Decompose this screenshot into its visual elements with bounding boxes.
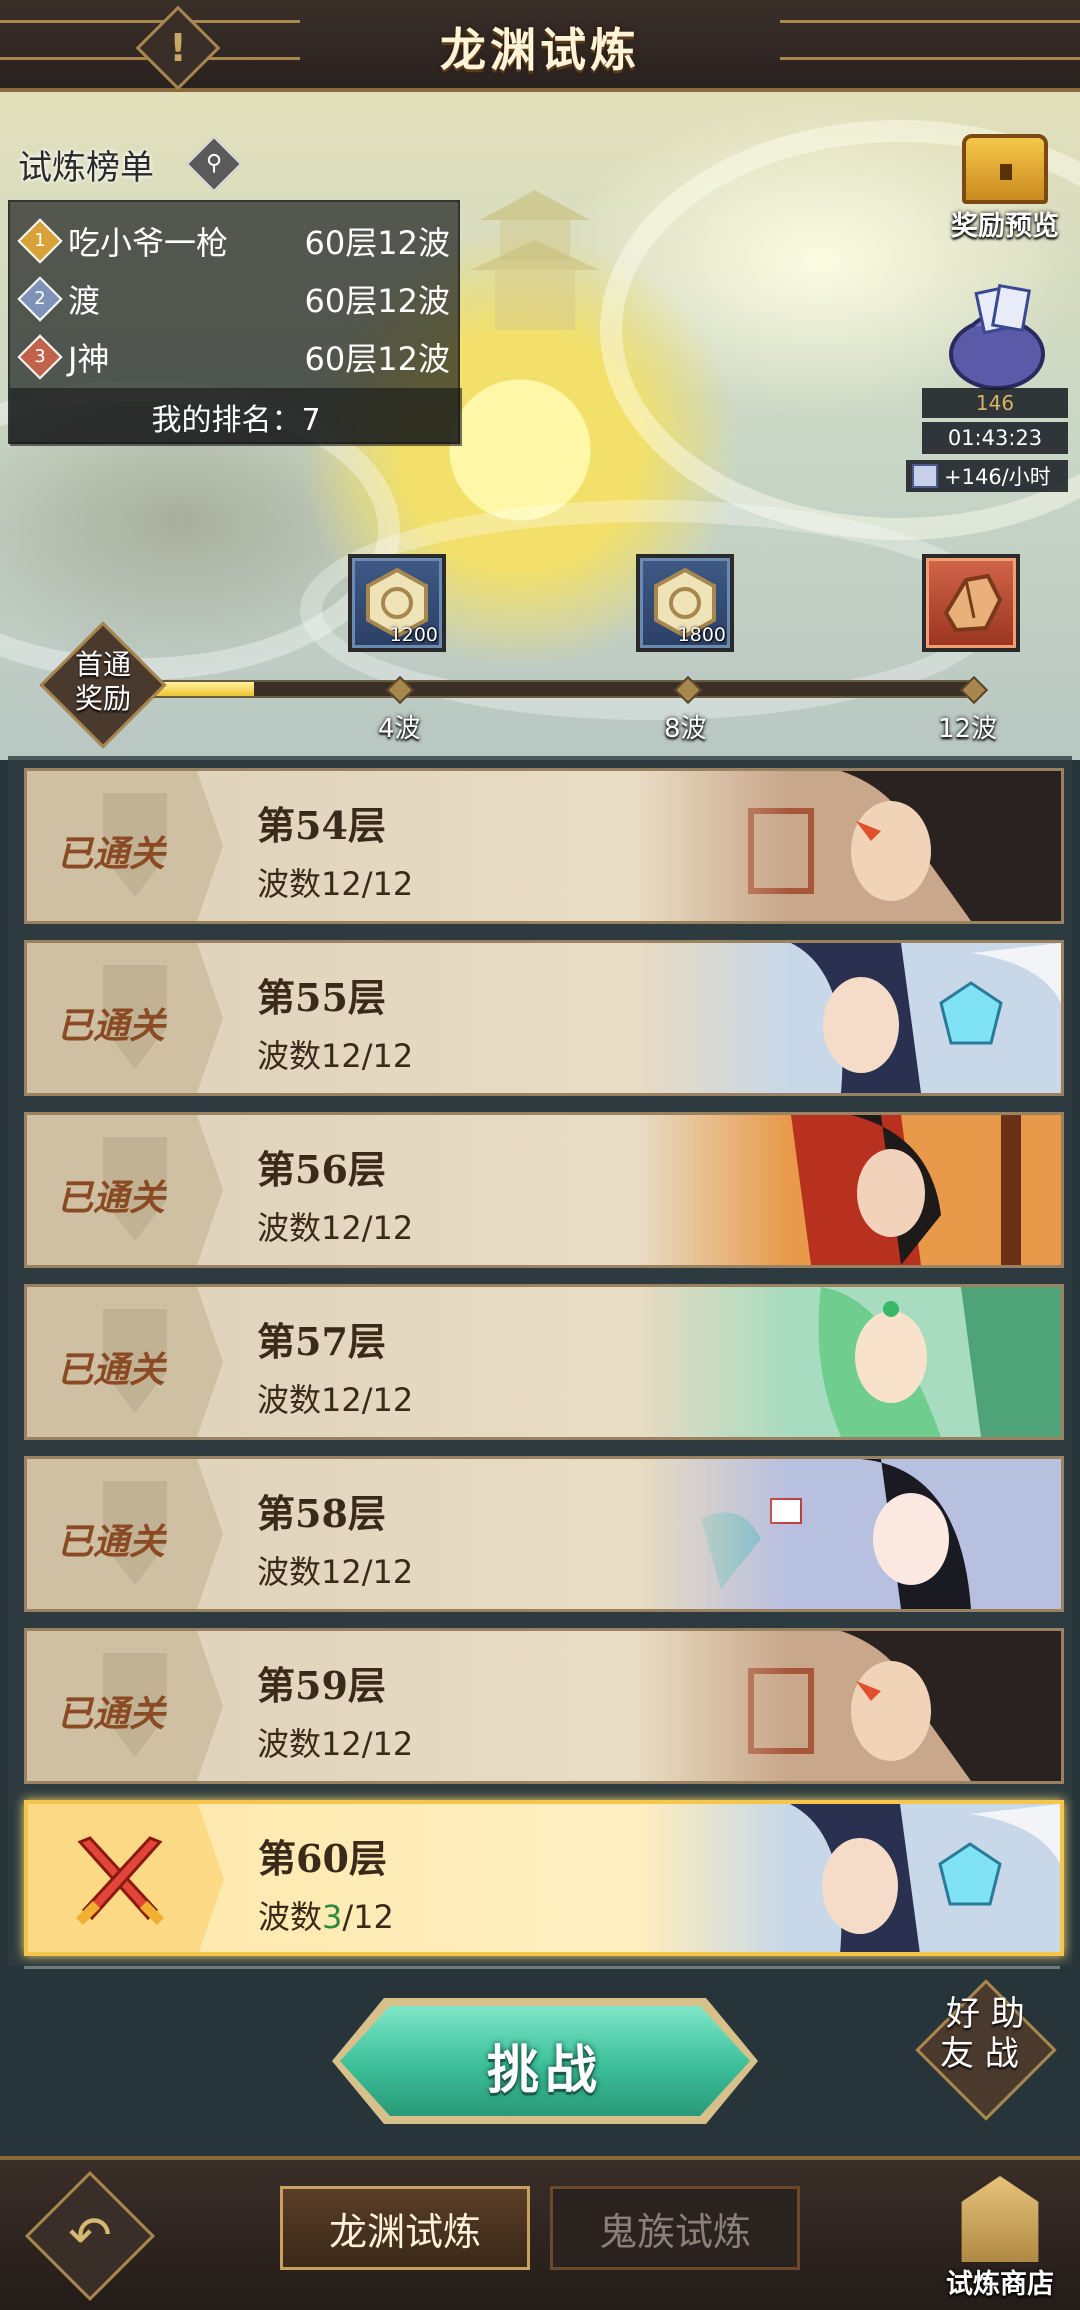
status-tab: 已通关 [27, 771, 223, 921]
player-score: 60层12波 [304, 340, 450, 378]
cleared-status: 已通关 [57, 1521, 166, 1563]
wave-marker-label: 12波 [938, 714, 998, 744]
tab-dragon-abyss-trial[interactable]: 龙渊试炼 [280, 2186, 530, 2270]
status-tab: 已通关 [27, 1459, 223, 1609]
tab-ghost-clan-trial[interactable]: 鬼族试炼 [550, 2186, 800, 2270]
level-card[interactable]: 已通关 第59层 波数12/12 [24, 1628, 1064, 1784]
status-tab [28, 1804, 224, 1952]
cleared-status: 已通关 [57, 1693, 166, 1735]
level-waves: 波数12/12 [257, 1725, 414, 1763]
cleared-status: 已通关 [57, 1177, 166, 1219]
player-name: J神 [68, 340, 110, 378]
first-clear-label: 首通 奖励 [74, 648, 131, 715]
trial-shop-button[interactable]: 试炼商店 [930, 2176, 1070, 2306]
level-waves: 波数12/12 [257, 1037, 414, 1075]
trial-shop-label: 试炼商店 [946, 2269, 1054, 2300]
first-clear-progress-bar [120, 675, 989, 705]
player-name: 吃小爷一枪 [68, 224, 229, 262]
level-card-current[interactable]: 第60层 波数3/12 [24, 1800, 1064, 1956]
level-waves: 波数3/12 [258, 1898, 394, 1936]
player-score: 60层12波 [304, 224, 450, 262]
status-tab: 已通关 [27, 1631, 223, 1781]
status-tab: 已通关 [27, 943, 223, 1093]
bag-rate: +146/小时 [906, 460, 1068, 492]
level-card[interactable]: 已通关 第55层 波数12/12 [24, 940, 1064, 1096]
level-waves: 波数12/12 [257, 1381, 414, 1419]
challenge-button-label[interactable]: 挑战 [340, 2028, 750, 2103]
player-score: 60层12波 [304, 282, 450, 320]
first-clear-reward-slot[interactable]: 1200 [348, 554, 446, 652]
reward-quantity: 1200 [389, 624, 438, 646]
hero-portrait [641, 943, 1061, 1093]
rank-medal-icon: 1 [17, 218, 63, 264]
level-waves: 波数12/12 [257, 1209, 414, 1247]
hero-portrait [641, 1459, 1061, 1609]
level-card[interactable]: 已通关 第58层 波数12/12 [24, 1456, 1064, 1612]
status-tab: 已通关 [27, 1287, 223, 1437]
shop-pavilion-icon [961, 2176, 1039, 2262]
leaderboard-title: 试炼榜单 [18, 148, 154, 188]
hero-portrait [641, 1115, 1061, 1265]
first-clear-reward-slot[interactable]: 1800 [636, 554, 734, 652]
level-name: 第57层 [257, 1319, 386, 1364]
wave-marker-label: 4波 [378, 714, 421, 744]
player-name: 渡 [68, 282, 101, 320]
hero-portrait [641, 1287, 1061, 1437]
leaderboard-row: 2 渡 60层12波 [10, 270, 462, 328]
hero-portrait [641, 771, 1061, 921]
wave-marker-label: 8波 [664, 714, 707, 744]
bag-rate-text: +146/小时 [944, 465, 1051, 489]
reward-preview-button[interactable]: 奖励预览 [940, 134, 1070, 254]
first-clear-reward-slot[interactable] [922, 554, 1020, 652]
level-waves: 波数12/12 [257, 865, 414, 903]
reward-quantity: 1800 [677, 624, 726, 646]
level-card[interactable]: 已通关 第54层 波数12/12 [24, 768, 1064, 924]
hero-portrait [640, 1804, 1060, 1952]
bag-count: 146 [922, 388, 1068, 418]
rank-medal-icon: 2 [17, 276, 63, 322]
level-name: 第56层 [257, 1147, 386, 1192]
bag-timer: 01:43:23 [922, 422, 1068, 454]
pagoda-silhouette [470, 190, 600, 330]
level-card[interactable]: 已通关 第57层 波数12/12 [24, 1284, 1064, 1440]
status-tab: 已通关 [27, 1115, 223, 1265]
treasure-chest-icon [962, 134, 1048, 204]
reward-preview-label: 奖励预览 [951, 211, 1059, 242]
leaderboard-row: 3 J神 60层12波 [10, 328, 462, 386]
cleared-status: 已通关 [57, 1349, 166, 1391]
level-name: 第59层 [257, 1663, 386, 1708]
level-list[interactable]: 已通关 第54层 波数12/12 已通关 第55层 波数12/12 已通关 第5… [8, 756, 1072, 1966]
crossed-swords-icon [75, 1836, 165, 1926]
ore-stone-icon [943, 573, 1003, 633]
magnifier-icon: ⚲ [205, 151, 223, 176]
rank-medal-icon: 3 [17, 334, 63, 380]
page-title: 龙渊试炼 [440, 23, 640, 77]
level-card[interactable]: 已通关 第56层 波数12/12 [24, 1112, 1064, 1268]
leaderboard-panel[interactable]: 1 吃小爷一枪 60层12波 2 渡 60层12波 3 J神 60层12波 我的… [8, 200, 462, 446]
cleared-status: 已通关 [57, 1005, 166, 1047]
level-name: 第54层 [257, 803, 386, 848]
bottom-bar [0, 2156, 1080, 2310]
level-name: 第58层 [257, 1491, 386, 1536]
leaderboard-row: 1 吃小爷一枪 60层12波 [10, 212, 462, 270]
level-name: 第60层 [258, 1836, 387, 1881]
level-waves: 波数12/12 [257, 1553, 414, 1591]
level-name: 第55层 [257, 975, 386, 1020]
list-divider [24, 1966, 1060, 1969]
back-arrow-icon: ↶ [68, 2206, 112, 2266]
my-rank: 我的排名：7 [10, 388, 462, 446]
card-icon [912, 464, 938, 488]
cleared-status: 已通关 [57, 833, 166, 875]
hero-portrait [641, 1631, 1061, 1781]
friend-assist-label[interactable]: 好 助 友 战 [940, 1994, 1040, 2114]
card-bag-icon[interactable] [942, 282, 1052, 392]
